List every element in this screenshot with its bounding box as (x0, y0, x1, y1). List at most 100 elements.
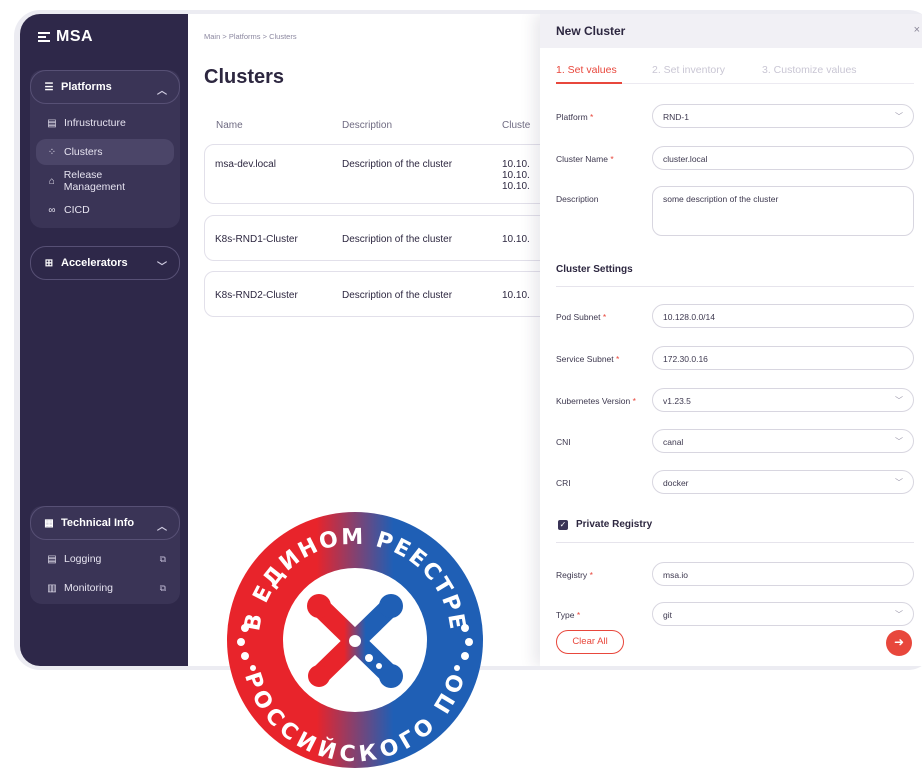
clear-all-button[interactable]: Clear All (556, 630, 624, 654)
cell-name: K8s-RND1-Cluster (215, 234, 298, 245)
column-header-description: Description (342, 120, 393, 131)
column-header-cluster: Cluste (502, 120, 531, 131)
step-set-inventory[interactable]: 2. Set inventory (652, 64, 725, 76)
cell-description: Description of the cluster (342, 159, 453, 170)
cell-cluster: 10.10. (502, 234, 530, 245)
close-icon[interactable]: × (914, 24, 920, 36)
pod-subnet-label: Pod Subnet * (556, 312, 607, 322)
accelerators-group: ⊞ Accelerators ﹀ (30, 246, 180, 280)
type-select[interactable]: git ﹀ (652, 602, 914, 626)
sidebar-item-infrustructure[interactable]: ▤ Infrustructure (36, 110, 174, 136)
cell-name: K8s-RND2-Cluster (215, 290, 298, 301)
sidebar-item-label: Clusters (64, 146, 103, 158)
chevron-down-icon: ﹀ (895, 610, 903, 619)
cri-select[interactable]: docker ﹀ (652, 470, 914, 494)
drawer-header: New Cluster × (540, 14, 922, 48)
private-registry-title: Private Registry (576, 519, 653, 530)
cell-cluster: 10.10. (502, 290, 530, 301)
divider (556, 542, 914, 543)
table-row[interactable]: msa-dev.local Description of the cluster… (204, 144, 554, 204)
cell-name: msa-dev.local (215, 159, 276, 170)
private-registry-checkbox[interactable]: ✓ (558, 520, 568, 530)
service-subnet-input[interactable]: 172.30.0.16 (652, 346, 914, 370)
pod-subnet-input[interactable]: 10.128.0.0/14 (652, 304, 914, 328)
cri-label: CRI (556, 478, 571, 488)
cell-cluster: 10.10. (502, 181, 530, 192)
arrow-right-icon[interactable]: ➜ (886, 630, 912, 656)
technical-info-label: Technical Info (61, 517, 135, 529)
registry-stamp: В ЕДИНОМ РЕЕСТРЕ РОССИЙСКОГО ПО (227, 512, 483, 768)
platform-select[interactable]: RND-1 ﹀ (652, 104, 914, 128)
cell-cluster: 10.10. (502, 159, 530, 170)
release-icon: ⌂ (48, 175, 55, 187)
list-icon: ☰ (44, 81, 54, 93)
type-label: Type * (556, 610, 581, 620)
grid-icon: ⊞ (44, 257, 54, 269)
technical-info-toggle[interactable]: ▦ Technical Info ︿ (30, 506, 180, 540)
table-row[interactable]: K8s-RND1-Cluster Description of the clus… (204, 215, 554, 261)
link-icon: ∞ (48, 204, 56, 216)
cell-description: Description of the cluster (342, 290, 453, 301)
description-textarea[interactable]: some description of the cluster (652, 186, 914, 236)
logo-text: MSA (56, 28, 94, 45)
platforms-group: ☰ Platforms ︿ ▤ Infrustructure ⁘ Cluster… (30, 70, 180, 228)
external-link-icon: ⧉ (159, 582, 166, 593)
step-set-values[interactable]: 1. Set values (556, 64, 617, 76)
sidebar-item-label: Monitoring (64, 582, 114, 594)
description-label: Description (556, 194, 599, 204)
cluster-icon: ⁘ (47, 146, 57, 158)
registry-label: Registry * (556, 570, 593, 580)
sidebar-item-label: Release Management (63, 169, 126, 193)
divider (556, 286, 914, 287)
table-row[interactable]: K8s-RND2-Cluster Description of the clus… (204, 271, 554, 317)
logo-mark-icon (38, 31, 52, 43)
platforms-toggle[interactable]: ☰ Platforms ︿ (30, 70, 180, 104)
cell-description: Description of the cluster (342, 234, 453, 245)
cluster-settings-title: Cluster Settings (556, 264, 633, 275)
platform-label: Platform * (556, 112, 594, 122)
breadcrumb-platforms[interactable]: Platforms (229, 32, 261, 41)
chevron-down-icon: ﹀ (895, 437, 903, 446)
chart-icon: ▥ (47, 582, 57, 594)
cluster-name-input[interactable]: cluster.local (652, 146, 914, 170)
cell-cluster: 10.10. (502, 170, 530, 181)
kubernetes-version-label: Kubernetes Version * (556, 396, 636, 406)
sidebar: MSA ☰ Platforms ︿ ▤ Infrustructure ⁘ Clu… (20, 14, 188, 666)
cluster-name-label: Cluster Name * (556, 154, 614, 164)
chevron-up-icon: ︿ (157, 522, 167, 533)
sidebar-item-monitoring[interactable]: ▥ Monitoring ⧉ (36, 575, 174, 601)
service-subnet-label: Service Subnet * (556, 354, 620, 364)
column-header-name: Name (216, 120, 243, 131)
cni-select[interactable]: canal ﹀ (652, 429, 914, 453)
sidebar-item-label: Logging (64, 553, 102, 565)
breadcrumb: Main > Platforms > Clusters (204, 32, 297, 41)
page-title: Clusters (204, 66, 285, 88)
external-link-icon: ⧉ (159, 553, 166, 564)
platforms-label: Platforms (61, 81, 112, 93)
chevron-down-icon: ﹀ (895, 478, 903, 487)
new-cluster-drawer: New Cluster × 1. Set values 2. Set inven… (540, 14, 922, 666)
sidebar-item-logging[interactable]: ▤ Logging ⧉ (36, 546, 174, 572)
technical-info-group: ▦ Technical Info ︿ ▤ Logging ⧉ ▥ Monitor… (30, 506, 180, 604)
chevron-down-icon: ﹀ (157, 262, 167, 273)
breadcrumb-main[interactable]: Main (204, 32, 220, 41)
sidebar-item-clusters[interactable]: ⁘ Clusters (36, 139, 174, 165)
log-icon: ▤ (47, 553, 57, 565)
active-step-indicator (556, 82, 622, 84)
sidebar-item-cicd[interactable]: ∞ CICD (36, 197, 174, 223)
cni-label: CNI (556, 437, 571, 447)
chevron-down-icon: ﹀ (895, 112, 903, 121)
accelerators-toggle[interactable]: ⊞ Accelerators ﹀ (30, 246, 180, 280)
registry-input[interactable]: msa.io (652, 562, 914, 586)
sidebar-item-label: CICD (64, 204, 90, 216)
chevron-up-icon: ︿ (157, 86, 167, 97)
sidebar-item-label: Infrustructure (64, 117, 126, 129)
kubernetes-version-select[interactable]: v1.23.5 ﹀ (652, 388, 914, 412)
app-logo[interactable]: MSA (38, 28, 93, 46)
sidebar-item-release-management[interactable]: ⌂ Release Management (36, 168, 174, 194)
document-icon: ▦ (44, 517, 54, 529)
chevron-down-icon: ﹀ (895, 396, 903, 405)
accelerators-label: Accelerators (61, 257, 128, 269)
drawer-title: New Cluster (556, 24, 626, 38)
step-customize-values[interactable]: 3. Customize values (762, 64, 857, 76)
